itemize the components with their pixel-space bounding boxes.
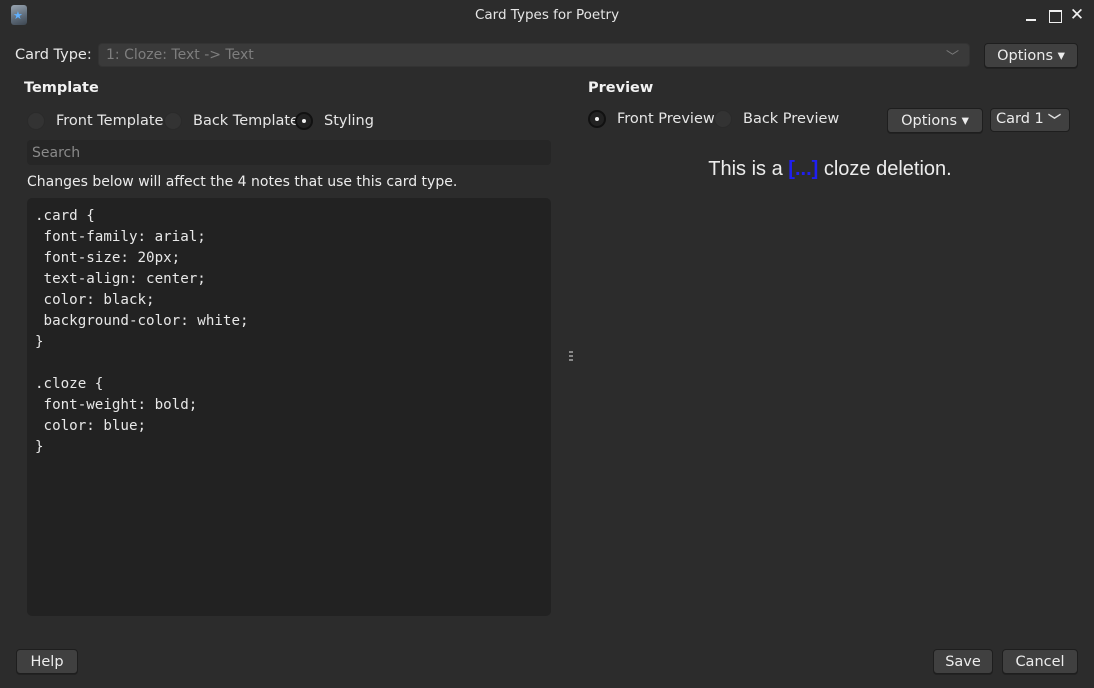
styling-code-editor[interactable]: .card { font-family: arial; font-size: 2…: [27, 198, 551, 616]
window-title: Card Types for Poetry: [474, 7, 620, 23]
minimize-button[interactable]: [1023, 6, 1039, 24]
card-preview: This is a [...] cloze deletion.: [580, 158, 1080, 181]
maximize-button[interactable]: [1047, 6, 1063, 24]
template-search-input[interactable]: [27, 140, 551, 165]
preview-text-before: This is a: [708, 158, 789, 180]
card-select-value: Card 1: [996, 111, 1044, 127]
radio-label: Back Template: [193, 113, 299, 129]
affected-notes-notice: Changes below will affect the 4 notes th…: [27, 174, 458, 190]
radio-label: Back Preview: [743, 111, 840, 127]
card-type-value: 1: Cloze: Text -> Text: [106, 47, 254, 63]
radio-label: Front Preview: [617, 111, 715, 127]
chevron-down-icon: ﹀: [1047, 114, 1061, 129]
title-bar: Card Types for Poetry ✕: [0, 0, 1094, 32]
radio-styling[interactable]: Styling: [295, 112, 374, 130]
radio-indicator-checked[interactable]: [588, 110, 606, 128]
radio-back-template[interactable]: Back Template: [164, 112, 299, 130]
radio-front-template[interactable]: Front Template: [27, 112, 163, 130]
radio-indicator[interactable]: [164, 112, 182, 130]
preview-heading: Preview: [588, 80, 654, 96]
card-type-label: Card Type:: [15, 47, 92, 63]
radio-indicator[interactable]: [714, 110, 732, 128]
help-button[interactable]: Help: [16, 649, 78, 674]
radio-indicator[interactable]: [27, 112, 45, 130]
radio-back-preview[interactable]: Back Preview: [714, 110, 839, 128]
close-icon: ✕: [1069, 5, 1085, 25]
preview-options-button[interactable]: Options ▾: [887, 108, 983, 133]
cloze-placeholder: [...]: [788, 158, 819, 180]
splitter-handle[interactable]: [569, 351, 573, 365]
cancel-button[interactable]: Cancel: [1002, 649, 1078, 674]
card-select[interactable]: Card 1 ﹀: [990, 108, 1070, 132]
chevron-down-icon: ﹀: [945, 50, 959, 65]
template-heading: Template: [24, 80, 99, 96]
radio-label: Styling: [324, 113, 374, 129]
preview-text-after: cloze deletion.: [818, 158, 952, 180]
save-button[interactable]: Save: [933, 649, 993, 674]
card-type-options-button[interactable]: Options ▾: [984, 43, 1078, 68]
close-button[interactable]: ✕: [1069, 6, 1085, 24]
card-type-select[interactable]: 1: Cloze: Text -> Text ﹀: [98, 43, 970, 67]
radio-front-preview[interactable]: Front Preview: [588, 110, 715, 128]
radio-label: Front Template: [56, 113, 164, 129]
radio-indicator-checked[interactable]: [295, 112, 313, 130]
